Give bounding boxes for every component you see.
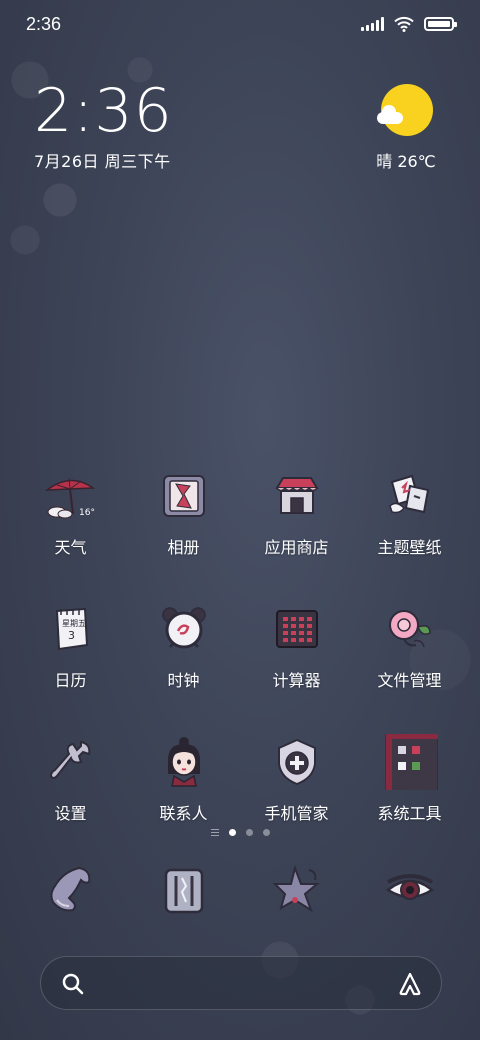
app-label: 时钟 xyxy=(167,671,200,690)
page-dot[interactable] xyxy=(262,829,270,836)
calculator-icon xyxy=(269,601,325,657)
app-security[interactable]: 手机管家 xyxy=(240,734,353,824)
status-time: 2:36 xyxy=(26,14,62,34)
app-store-house-icon xyxy=(269,468,325,524)
app-label: 手机管家 xyxy=(264,804,329,823)
clock-time: 2:36 xyxy=(34,76,173,146)
battery-icon xyxy=(424,17,457,31)
status-icons xyxy=(361,16,457,32)
app-label: 计算器 xyxy=(272,671,321,690)
weather-umbrella-icon: 16° xyxy=(43,468,99,524)
contacts-girl-icon xyxy=(156,734,212,790)
dock-browser[interactable] xyxy=(240,862,353,918)
weather-condition-temp: 晴 26℃ xyxy=(376,152,436,171)
file-manager-flower-icon xyxy=(382,601,438,657)
security-shield-icon xyxy=(269,734,325,790)
clock-date: 7月26日 周三下午 xyxy=(34,152,171,171)
menu-lines-icon[interactable] xyxy=(210,829,219,836)
app-label: 应用商店 xyxy=(264,538,329,557)
page-indicator[interactable] xyxy=(0,829,480,836)
system-tools-folder-icon xyxy=(382,734,438,790)
app-label: 相册 xyxy=(167,538,200,557)
sun-with-cloud-icon xyxy=(377,84,433,138)
calendar-day: 3 xyxy=(68,629,75,642)
app-label: 设置 xyxy=(54,804,87,823)
app-grid: 16° 天气 相册 应用商店 主题壁纸 星期五 3 日历 时钟 计算器 文件管理… xyxy=(14,468,466,824)
page-dot[interactable] xyxy=(228,829,236,836)
app-settings[interactable]: 设置 xyxy=(14,734,127,824)
app-gallery[interactable]: 相册 xyxy=(127,468,240,558)
signal-icon xyxy=(361,17,384,31)
app-label: 主题壁纸 xyxy=(377,538,442,557)
app-calendar[interactable]: 星期五 3 日历 xyxy=(14,601,127,691)
dock-messages[interactable] xyxy=(127,862,240,918)
dock xyxy=(14,862,466,918)
gallery-icon xyxy=(156,468,212,524)
app-store[interactable]: 应用商店 xyxy=(240,468,353,558)
phone-icon xyxy=(43,862,99,918)
app-clock[interactable]: 时钟 xyxy=(127,601,240,691)
calendar-icon: 星期五 3 xyxy=(43,601,99,657)
themes-icon xyxy=(382,468,438,524)
app-contacts[interactable]: 联系人 xyxy=(127,734,240,824)
assistant-icon[interactable] xyxy=(397,971,423,997)
search-bar[interactable] xyxy=(40,956,442,1010)
settings-wrench-icon xyxy=(43,734,99,790)
app-label: 联系人 xyxy=(159,804,208,823)
app-label: 日历 xyxy=(54,671,87,690)
app-label: 系统工具 xyxy=(377,804,442,823)
browser-star-icon xyxy=(269,862,325,918)
app-calculator[interactable]: 计算器 xyxy=(240,601,353,691)
status-bar: 2:36 xyxy=(0,0,480,50)
clock-icon xyxy=(156,601,212,657)
app-label: 文件管理 xyxy=(377,671,442,690)
page-dot[interactable] xyxy=(245,829,253,836)
app-themes[interactable]: 主题壁纸 xyxy=(353,468,466,558)
clock-widget[interactable]: 2:36 7月26日 周三下午 xyxy=(34,80,173,172)
dock-camera[interactable] xyxy=(353,862,466,918)
camera-eye-icon xyxy=(382,862,438,918)
weather-widget[interactable]: 晴 26℃ xyxy=(366,84,446,172)
app-system-tools[interactable]: 系统工具 xyxy=(353,734,466,824)
weather-badge: 16° xyxy=(79,508,95,518)
dock-phone[interactable] xyxy=(14,862,127,918)
app-label: 天气 xyxy=(54,538,87,557)
app-file-manager[interactable]: 文件管理 xyxy=(353,601,466,691)
calendar-day-name: 星期五 xyxy=(62,619,86,628)
app-weather[interactable]: 16° 天气 xyxy=(14,468,127,558)
wifi-icon xyxy=(394,16,414,32)
messages-icon xyxy=(156,862,212,918)
search-icon[interactable] xyxy=(61,972,85,996)
